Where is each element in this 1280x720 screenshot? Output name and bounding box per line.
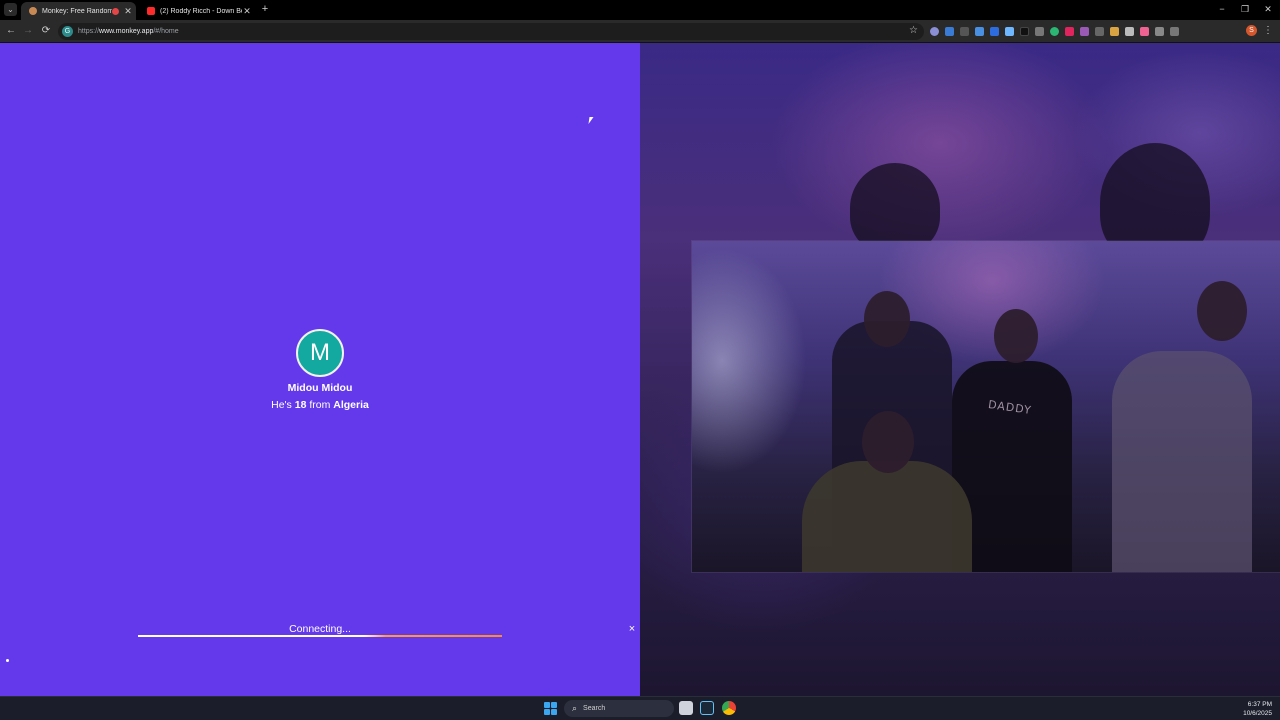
extension-icon[interactable] bbox=[930, 27, 939, 36]
minimize-button[interactable]: − bbox=[1212, 3, 1232, 16]
recording-indicator-icon bbox=[112, 7, 119, 15]
tab-strip: ⌄ Monkey: Free Random Video ✕ (2) Roddy … bbox=[0, 0, 1280, 20]
back-button[interactable]: ← bbox=[5, 25, 17, 37]
indicator-dot bbox=[6, 659, 9, 662]
person-figure bbox=[802, 461, 972, 572]
remote-video: DADDY bbox=[640, 43, 1280, 696]
match-panel: M Midou Midou He's 18 from Algeria Conne… bbox=[0, 43, 640, 696]
extension-icon[interactable] bbox=[1035, 27, 1044, 36]
match-info: He's 18 from Algeria bbox=[271, 399, 369, 411]
tab-title: (2) Roddy Ricch - Down Below bbox=[160, 7, 242, 15]
extension-icon[interactable] bbox=[1125, 27, 1134, 36]
windows-start-icon[interactable] bbox=[544, 702, 557, 715]
person-head bbox=[864, 291, 910, 347]
extension-icon[interactable] bbox=[1050, 27, 1059, 36]
person-head bbox=[1197, 281, 1247, 341]
extension-icon[interactable] bbox=[1110, 27, 1119, 36]
cancel-match-button[interactable]: × bbox=[626, 623, 638, 635]
extension-icon[interactable] bbox=[1020, 27, 1029, 36]
task-view-icon[interactable] bbox=[679, 701, 693, 715]
monkey-favicon-icon bbox=[29, 7, 37, 15]
extension-icon[interactable] bbox=[945, 27, 954, 36]
browser-toolbar: ← → ⟳ G https://www.monkey.app/#/home ☆ … bbox=[0, 20, 1280, 43]
page-content: M Midou Midou He's 18 from Algeria Conne… bbox=[0, 43, 1280, 696]
taskbar-search[interactable]: ⌕ Search bbox=[564, 700, 674, 717]
extensions-row bbox=[930, 25, 1185, 38]
close-tab-icon[interactable]: ✕ bbox=[242, 6, 252, 17]
puzzle-icon[interactable] bbox=[1155, 27, 1164, 36]
address-url[interactable]: https://www.monkey.app/#/home bbox=[78, 28, 179, 35]
side-panel-icon[interactable] bbox=[1170, 27, 1179, 36]
extension-icon[interactable] bbox=[990, 27, 999, 36]
extension-icon[interactable] bbox=[975, 27, 984, 36]
connection-status: Connecting... bbox=[289, 623, 351, 635]
steam-icon[interactable] bbox=[700, 701, 714, 715]
reload-button[interactable]: ⟳ bbox=[40, 25, 52, 37]
close-tab-icon[interactable]: ✕ bbox=[123, 6, 133, 17]
restore-button[interactable]: ❐ bbox=[1235, 3, 1255, 16]
extension-icon[interactable] bbox=[960, 27, 969, 36]
address-bar[interactable]: G https://www.monkey.app/#/home ☆ bbox=[58, 23, 924, 40]
match-name: Midou Midou bbox=[287, 382, 353, 394]
search-icon: ⌕ bbox=[572, 703, 578, 713]
profile-avatar[interactable]: S bbox=[1246, 25, 1257, 36]
mouse-cursor-icon bbox=[588, 117, 594, 124]
extension-icon[interactable] bbox=[1065, 27, 1074, 36]
new-tab-button[interactable]: + bbox=[259, 3, 271, 15]
tab-youtube[interactable]: (2) Roddy Ricch - Down Below ✕ bbox=[139, 2, 255, 20]
connection-progress-fill bbox=[138, 635, 502, 637]
bookmark-star-icon[interactable]: ☆ bbox=[909, 25, 918, 36]
tab-title: Monkey: Free Random Video bbox=[42, 7, 112, 15]
chrome-icon[interactable] bbox=[722, 701, 736, 715]
person-head bbox=[994, 309, 1038, 363]
avatar: M bbox=[296, 329, 344, 377]
person-figure bbox=[1112, 351, 1252, 572]
forward-button[interactable]: → bbox=[22, 25, 34, 37]
taskbar: ⌕ Search 6:37 PM 10/6/2025 bbox=[0, 696, 1280, 720]
person-head bbox=[862, 411, 914, 473]
system-clock[interactable]: 6:37 PM 10/6/2025 bbox=[1243, 700, 1272, 718]
browser-menu-icon[interactable]: ⋮ bbox=[1263, 24, 1273, 38]
extension-icon[interactable] bbox=[1080, 27, 1089, 36]
site-info-icon[interactable]: G bbox=[62, 26, 73, 37]
connection-progress-bar bbox=[138, 635, 502, 637]
youtube-icon bbox=[147, 7, 155, 15]
extension-icon[interactable] bbox=[1095, 27, 1104, 36]
tab-monkey[interactable]: Monkey: Free Random Video ✕ bbox=[21, 2, 136, 20]
close-window-button[interactable]: ✕ bbox=[1258, 3, 1278, 16]
local-video: DADDY bbox=[692, 241, 1280, 572]
extension-icon[interactable] bbox=[1140, 27, 1149, 36]
extension-icon[interactable] bbox=[1005, 27, 1014, 36]
background-figure bbox=[850, 163, 940, 253]
tab-search-button[interactable]: ⌄ bbox=[4, 3, 17, 16]
